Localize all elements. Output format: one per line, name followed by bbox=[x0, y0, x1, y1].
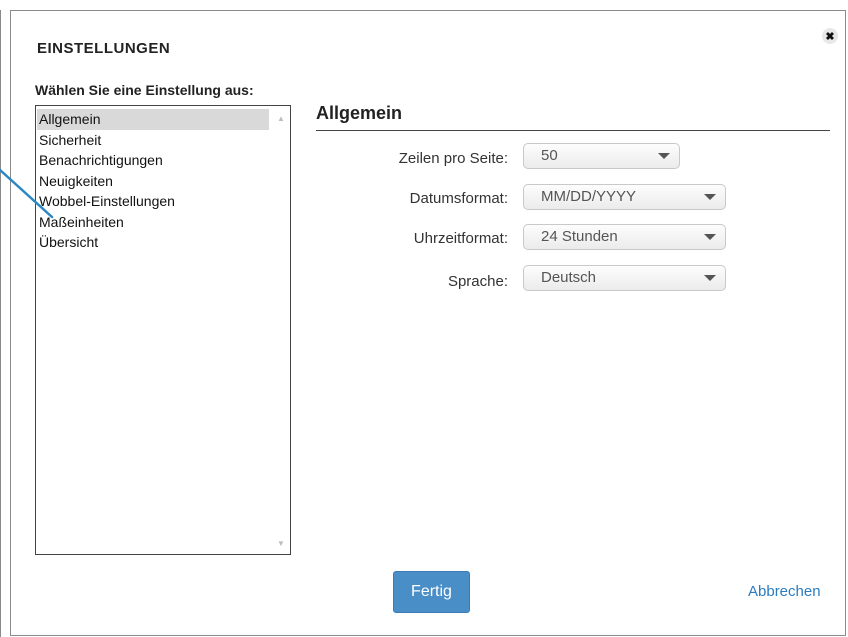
callout-pointer bbox=[0, 168, 54, 219]
callout-line bbox=[0, 168, 54, 219]
